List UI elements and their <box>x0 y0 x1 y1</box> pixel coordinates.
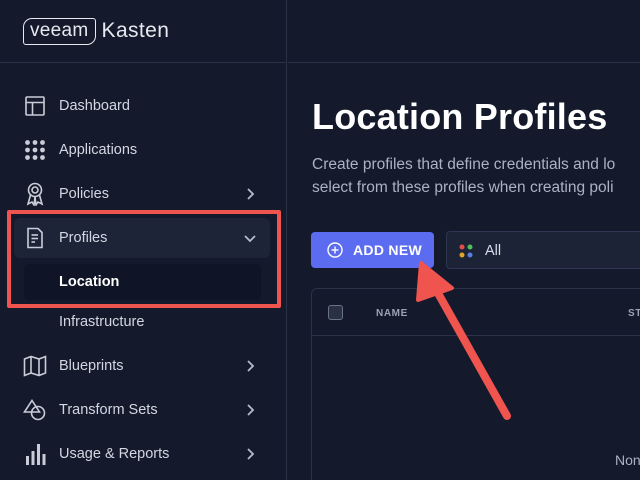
column-header-name[interactable]: NAME <box>376 308 408 319</box>
brand-logo[interactable]: veeam Kasten <box>0 0 286 63</box>
page-description-line: select from these profiles when creating… <box>312 179 614 196</box>
profiles-table: NAME STA Non <box>311 288 640 480</box>
chevron-right-icon <box>247 188 255 200</box>
add-new-button[interactable]: ADD NEW <box>311 232 434 268</box>
page-description: Create profiles that define credentials … <box>312 153 615 199</box>
filter-select[interactable]: All <box>446 231 640 269</box>
map-icon <box>23 354 47 378</box>
shapes-icon <box>23 398 47 422</box>
bar-chart-icon <box>23 442 47 466</box>
table-header: NAME STA <box>312 289 640 336</box>
sidebar-item-blueprints[interactable]: Blueprints <box>14 346 270 386</box>
add-new-label: ADD NEW <box>353 242 422 258</box>
filter-value: All <box>485 243 502 259</box>
veeam-logo: veeam <box>23 17 96 45</box>
annotation-highlight-box <box>7 210 281 308</box>
sidebar-item-transform-sets[interactable]: Transform Sets <box>14 390 270 430</box>
badge-icon <box>23 182 47 206</box>
column-header-status[interactable]: STA <box>628 308 640 319</box>
sidebar: veeam Kasten Dashboard Applications Poli… <box>0 0 287 480</box>
chevron-right-icon <box>247 448 255 460</box>
sidebar-item-label: Usage & Reports <box>59 446 170 462</box>
sidebar-item-dashboard[interactable]: Dashboard <box>14 86 270 126</box>
color-dots-icon <box>459 244 473 258</box>
sidebar-item-applications[interactable]: Applications <box>14 130 270 170</box>
top-bar <box>288 0 640 63</box>
grid-dots-icon <box>23 138 47 162</box>
dashboard-icon <box>23 94 47 118</box>
chevron-right-icon <box>247 360 255 372</box>
chevron-right-icon <box>247 404 255 416</box>
sidebar-subitem-label: Infrastructure <box>59 314 145 330</box>
product-name: Kasten <box>101 19 170 42</box>
sidebar-item-label: Transform Sets <box>59 402 158 418</box>
sidebar-item-usage-reports[interactable]: Usage & Reports <box>14 434 270 474</box>
sidebar-item-label: Policies <box>59 186 109 202</box>
plus-circle-icon <box>327 242 343 258</box>
sidebar-item-label: Blueprints <box>59 358 124 374</box>
select-all-checkbox[interactable] <box>328 305 343 320</box>
sidebar-item-label: Applications <box>59 142 138 158</box>
page-description-line: Create profiles that define credentials … <box>312 156 616 173</box>
sidebar-subitem-infrastructure[interactable]: Infrastructure <box>24 304 261 340</box>
sidebar-item-label: Dashboard <box>59 98 130 114</box>
main-content: Location Profiles Create profiles that d… <box>288 0 640 480</box>
sidebar-item-policies[interactable]: Policies <box>14 174 270 214</box>
empty-state-text: Non <box>615 452 640 468</box>
page-title: Location Profiles <box>312 96 608 137</box>
